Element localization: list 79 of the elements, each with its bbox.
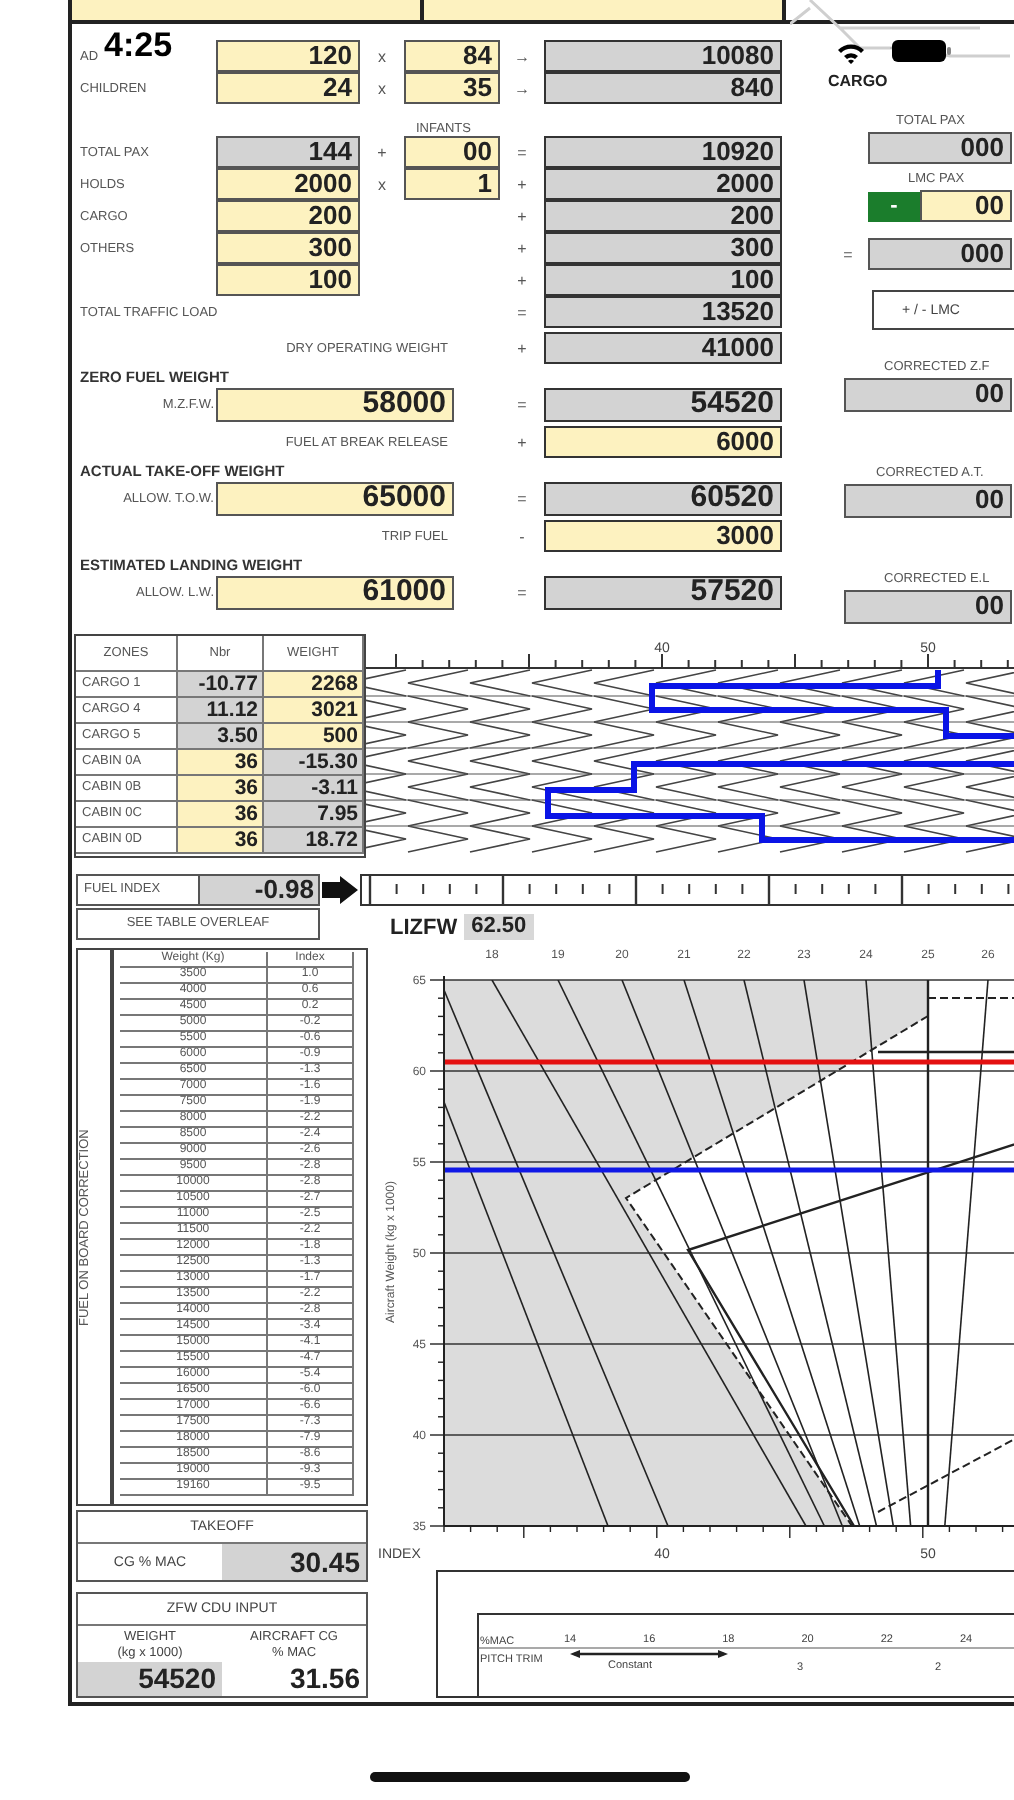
value-field[interactable]: 100 [216, 264, 360, 296]
value-field[interactable]: 2268 [264, 672, 364, 698]
fuel-index-field: -0.98 [200, 874, 320, 906]
value-field[interactable]: 300 [216, 232, 360, 264]
value-field: 7.95 [264, 802, 364, 828]
cargo-label: CARGO [828, 72, 888, 90]
battery-icon [892, 40, 952, 62]
result-field: 57520 [544, 576, 782, 610]
value-field[interactable]: 84 [404, 40, 500, 72]
value-field[interactable]: 36 [178, 750, 264, 776]
value-field[interactable]: 3021 [264, 698, 364, 724]
value-field[interactable]: 24 [216, 72, 360, 104]
operator-sign: = [517, 303, 527, 321]
operator-sign: + [517, 207, 527, 225]
operator-sign: = [841, 245, 855, 263]
value-field: -15.30 [264, 750, 364, 776]
operator-sign: + [517, 339, 527, 357]
value-field[interactable]: 120 [216, 40, 360, 72]
value-field[interactable]: 36 [178, 828, 264, 854]
result-field: 41000 [544, 332, 782, 364]
result-field: 13520 [544, 296, 782, 328]
value-field[interactable]: 2000 [216, 168, 360, 200]
result-field: 31.56 [222, 1662, 366, 1696]
value-field[interactable]: 00 [920, 190, 1012, 222]
operator-sign: → [514, 79, 530, 97]
result-field: 00 [844, 484, 1012, 518]
value-field[interactable]: 00 [404, 136, 500, 168]
value-field[interactable]: 58000 [216, 388, 454, 422]
result-field: 2000 [544, 168, 782, 200]
operator-sign: x [378, 79, 386, 97]
wifi-icon [836, 42, 866, 64]
result-field: 100 [544, 264, 782, 296]
operator-sign: + [517, 239, 527, 257]
result-field: 000 [868, 238, 1012, 270]
value-field[interactable]: 200 [216, 200, 360, 232]
result-field: 60520 [544, 482, 782, 516]
operator-sign: → [514, 47, 530, 65]
value-field[interactable]: 35 [404, 72, 500, 104]
operator-sign: + [517, 433, 527, 451]
operator-sign: x [378, 47, 386, 65]
operator-sign: = [517, 143, 527, 161]
result-field: 00 [844, 590, 1012, 624]
arrow-icon [322, 876, 358, 904]
result-field: 30.45 [222, 1544, 366, 1580]
value-field[interactable]: 36 [178, 776, 264, 802]
value-field[interactable]: 500 [264, 724, 364, 750]
operator-sign: = [517, 584, 527, 602]
result-field: 54520 [544, 388, 782, 422]
operator-sign: + [517, 175, 527, 193]
result-field[interactable]: 3000 [544, 520, 782, 552]
value-field: 18.72 [264, 828, 364, 854]
operator-sign: x [378, 175, 386, 193]
minus-button[interactable]: - [868, 191, 920, 221]
result-field[interactable]: 6000 [544, 426, 782, 458]
lizfw-label: LIZFW [390, 915, 458, 939]
operator-sign: - [519, 527, 525, 545]
operator-sign: = [517, 490, 527, 508]
value-field: 144 [216, 136, 360, 168]
result-field: 000 [868, 132, 1012, 164]
value-field: 11.12 [178, 698, 264, 724]
value-field[interactable]: 36 [178, 802, 264, 828]
operator-sign: + [517, 271, 527, 289]
result-field: 00 [844, 378, 1012, 412]
operator-sign: + [377, 143, 387, 161]
value-field: 3.50 [178, 724, 264, 750]
result-field: 200 [544, 200, 782, 232]
result-field: 840 [544, 72, 782, 104]
result-field: 300 [544, 232, 782, 264]
lizfw-value: 62.50 [463, 914, 535, 940]
result-field: 10920 [544, 136, 782, 168]
value-field: -10.77 [178, 672, 264, 698]
value-field: -3.11 [264, 776, 364, 802]
result-field: 54520 [78, 1662, 222, 1696]
value-field[interactable]: 65000 [216, 482, 454, 516]
status-time: 4:25 [104, 26, 173, 66]
value-field[interactable]: 61000 [216, 576, 454, 610]
result-field: 10080 [544, 40, 782, 72]
operator-sign: = [517, 396, 527, 414]
value-field[interactable]: 1 [404, 168, 500, 200]
